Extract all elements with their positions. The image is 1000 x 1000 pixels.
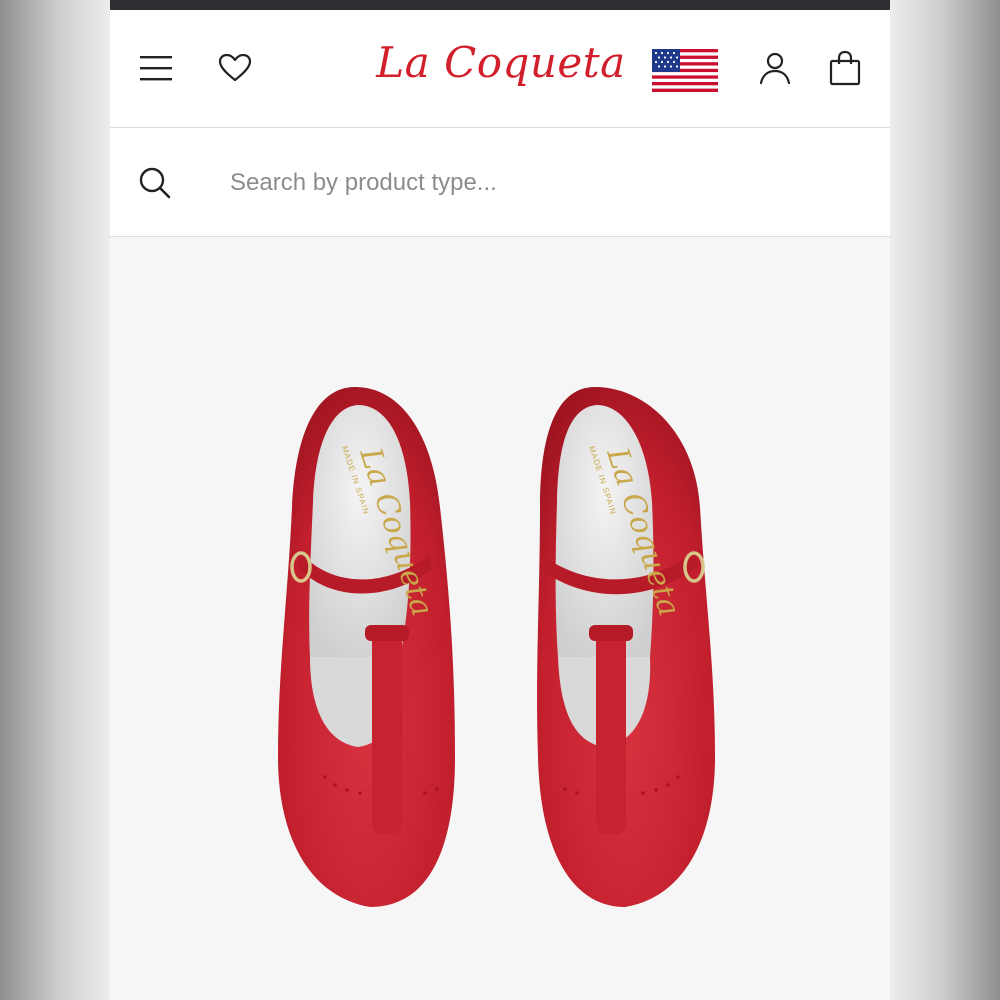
user-icon bbox=[759, 52, 791, 85]
hamburger-menu-icon bbox=[140, 56, 172, 81]
search-bar bbox=[110, 128, 890, 237]
brand-logo[interactable]: La Coqueta bbox=[370, 28, 632, 98]
shopping-bag-icon bbox=[829, 50, 861, 86]
us-flag-icon bbox=[652, 49, 718, 92]
cart-button[interactable] bbox=[825, 48, 865, 88]
site-header: La Coqueta bbox=[110, 10, 890, 128]
right-shoe: La Coqueta MADE IN SPAIN bbox=[537, 387, 715, 907]
product-image: La Coqueta MADE IN SPAIN La Coqueta MADE… bbox=[110, 237, 890, 1000]
search-icon[interactable] bbox=[138, 166, 172, 200]
country-selector[interactable] bbox=[652, 49, 718, 92]
red-t-bar-shoes-photo: La Coqueta MADE IN SPAIN La Coqueta MADE… bbox=[278, 387, 715, 907]
account-button[interactable] bbox=[755, 48, 795, 88]
menu-button[interactable] bbox=[136, 48, 176, 88]
left-shoe: La Coqueta MADE IN SPAIN bbox=[278, 387, 455, 907]
heart-icon bbox=[218, 53, 252, 82]
status-bar bbox=[110, 0, 890, 10]
mobile-page: La Coqueta Search by product type... La … bbox=[110, 0, 890, 1000]
wishlist-button[interactable] bbox=[215, 48, 255, 88]
search-input[interactable] bbox=[228, 158, 792, 208]
